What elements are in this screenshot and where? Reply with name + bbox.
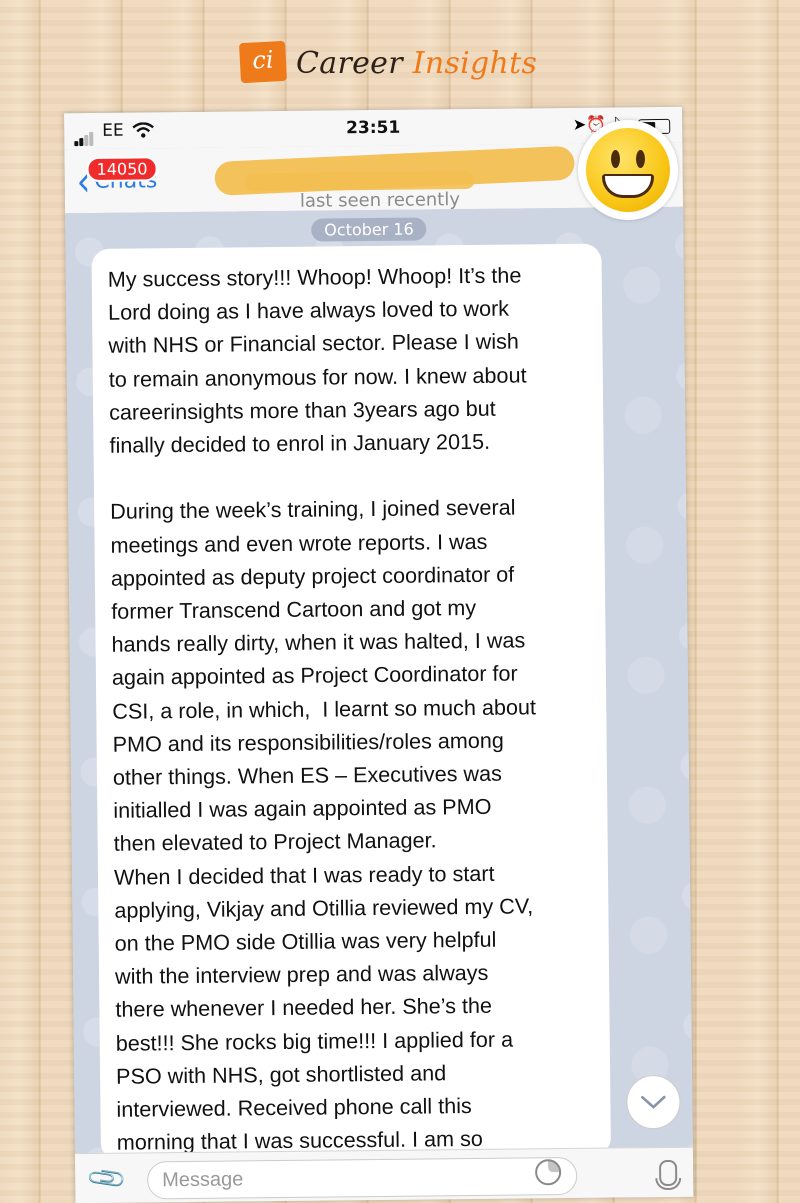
date-separator: October 16 [311,217,427,242]
chevron-down-icon [641,1095,666,1109]
sticker-icon[interactable] [533,1157,563,1187]
microphone-stand [655,1177,682,1191]
scroll-down-button[interactable] [626,1074,681,1130]
paperclip-icon[interactable]: 📎 [85,1157,129,1201]
message-composer: 📎 Message [74,1146,694,1203]
unread-badge: 14050 [86,156,158,183]
brand-name: Career Insights [296,46,538,81]
message-bubble[interactable]: My success story!!! Whoop! Whoop! It’s t… [91,243,611,1161]
phone-screenshot: EE 23:51 ➤ ⏰ ᛒ ‹ Chats 14050 last seen r… [64,106,694,1203]
career-insights-logo: ci Career Insights [238,32,550,92]
location-icon: ➤ [572,114,587,134]
brand-badge: ci [238,40,288,84]
message-text: My success story!!! Whoop! Whoop! It’s t… [107,262,537,1156]
message-input[interactable]: Message [146,1156,578,1200]
grinning-face-icon [578,120,678,220]
redaction-stroke [244,170,475,192]
